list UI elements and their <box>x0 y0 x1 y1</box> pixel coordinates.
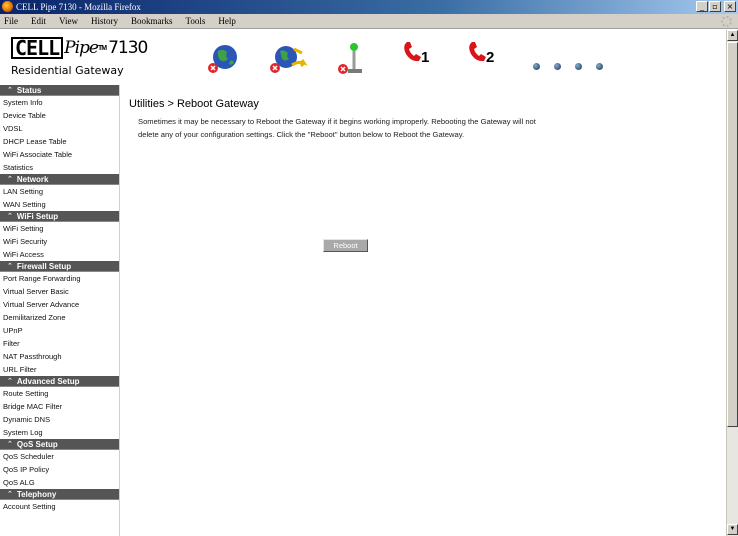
vertical-scrollbar[interactable]: ▲ ▼ <box>726 30 738 536</box>
reboot-button[interactable]: Reboot <box>323 239 368 252</box>
nav-route-setting[interactable]: Route Setting <box>0 387 119 400</box>
chevron-up-icon: ⌃ <box>7 262 13 270</box>
close-button[interactable]: × <box>724 1 736 12</box>
menu-history[interactable]: History <box>91 16 118 27</box>
logo-pipe: Pipe <box>64 38 99 58</box>
nav-system-log[interactable]: System Log <box>0 426 119 439</box>
network-status-icon[interactable] <box>268 41 308 75</box>
nav-demilitarized-zone[interactable]: Demilitarized Zone <box>0 311 119 324</box>
nav-dhcp-lease-table[interactable]: DHCP Lease Table <box>0 135 119 148</box>
main-content: Utilities > Reboot Gateway Sometimes it … <box>121 85 726 536</box>
section-header-advanced-setup[interactable]: ⌃ Advanced Setup <box>0 376 119 387</box>
led-dot-1 <box>533 63 540 70</box>
led-indicator-row <box>533 63 603 70</box>
led-dot-2 <box>554 63 561 70</box>
nav-qos-ip-policy[interactable]: QoS IP Policy <box>0 463 119 476</box>
logo-tm: TM <box>98 45 107 52</box>
chevron-up-icon: ⌃ <box>7 377 13 385</box>
menu-bar: File Edit View History Bookmarks Tools H… <box>0 14 738 29</box>
window-title: CELL Pipe 7130 - Mozilla Firefox <box>16 2 141 12</box>
nav-wifi-security[interactable]: WiFi Security <box>0 235 119 248</box>
nav-virtual-server-basic[interactable]: Virtual Server Basic <box>0 285 119 298</box>
minimize-button[interactable]: _ <box>696 1 708 12</box>
chevron-up-icon: ⌃ <box>7 86 13 94</box>
section-header-qos-setup[interactable]: ⌃ QoS Setup <box>0 439 119 450</box>
scroll-up-button[interactable]: ▲ <box>727 30 738 41</box>
logo-model: 7130 <box>108 38 148 58</box>
phone-line-2-label: 2 <box>486 49 495 66</box>
window-controls: _ ▫ × <box>696 1 736 12</box>
nav-account-setting[interactable]: Account Setting <box>0 500 119 513</box>
section-header-network[interactable]: ⌃ Network <box>0 174 119 185</box>
led-dot-4 <box>596 63 603 70</box>
reboot-description: Sometimes it may be necessary to Reboot … <box>138 117 536 139</box>
nav-virtual-server-advance[interactable]: Virtual Server Advance <box>0 298 119 311</box>
chevron-up-icon: ⌃ <box>7 440 13 448</box>
nav-dynamic-dns[interactable]: Dynamic DNS <box>0 413 119 426</box>
nav-filter[interactable]: Filter <box>0 337 119 350</box>
maximize-button[interactable]: ▫ <box>709 1 721 12</box>
nav-lan-setting[interactable]: LAN Setting <box>0 185 119 198</box>
gateway-header: CELL Pipe TM 7130 Residential Gateway 1 … <box>0 30 738 85</box>
nav-qos-alg[interactable]: QoS ALG <box>0 476 119 489</box>
menu-view[interactable]: View <box>59 16 78 27</box>
nav-vdsl[interactable]: VDSL <box>0 122 119 135</box>
throbber-icon <box>721 16 732 27</box>
nav-device-table[interactable]: Device Table <box>0 109 119 122</box>
scroll-down-button[interactable]: ▼ <box>727 524 738 535</box>
menu-help[interactable]: Help <box>218 16 236 27</box>
nav-port-range-forwarding[interactable]: Port Range Forwarding <box>0 272 119 285</box>
nav-wifi-setting[interactable]: WiFi Setting <box>0 222 119 235</box>
menu-tools[interactable]: Tools <box>185 16 205 27</box>
chevron-up-icon: ⌃ <box>7 212 13 220</box>
led-dot-3 <box>575 63 582 70</box>
firefox-icon <box>2 1 13 12</box>
antenna-status-icon[interactable] <box>336 41 366 77</box>
window-title-bar: CELL Pipe 7130 - Mozilla Firefox _ ▫ × <box>0 0 738 14</box>
phone-line-2-icon[interactable]: 2 <box>467 40 503 72</box>
nav-wifi-associate-table[interactable]: WiFi Associate Table <box>0 148 119 161</box>
chevron-up-icon: ⌃ <box>7 175 13 183</box>
page-title: Utilities > Reboot Gateway <box>129 98 259 110</box>
section-header-wifi-setup[interactable]: ⌃ WiFi Setup <box>0 211 119 222</box>
cellpipe-logo: CELL Pipe TM 7130 Residential Gateway <box>11 37 148 77</box>
menu-file[interactable]: File <box>4 16 18 27</box>
chevron-up-icon: ⌃ <box>7 490 13 498</box>
phone-line-1-label: 1 <box>421 49 430 66</box>
phone-line-1-icon[interactable]: 1 <box>402 40 438 72</box>
nav-statistics[interactable]: Statistics <box>0 161 119 174</box>
globe-status-icon[interactable] <box>206 41 240 75</box>
section-header-firewall-setup[interactable]: ⌃ Firewall Setup <box>0 261 119 272</box>
nav-wan-setting[interactable]: WAN Setting <box>0 198 119 211</box>
section-header-status[interactable]: ⌃ Status <box>0 85 119 96</box>
nav-qos-scheduler[interactable]: QoS Scheduler <box>0 450 119 463</box>
section-header-telephony[interactable]: ⌃ Telephony <box>0 489 119 500</box>
logo-subtitle: Residential Gateway <box>11 64 124 77</box>
nav-bridge-mac-filter[interactable]: Bridge MAC Filter <box>0 400 119 413</box>
logo-cell: CELL <box>11 37 64 59</box>
nav-wifi-access[interactable]: WiFi Access <box>0 248 119 261</box>
sidebar-nav: ⌃ Status System Info Device Table VDSL DH… <box>0 85 120 536</box>
nav-system-info[interactable]: System Info <box>0 96 119 109</box>
scrollbar-thumb[interactable] <box>727 42 738 427</box>
nav-nat-passthrough[interactable]: NAT Passthrough <box>0 350 119 363</box>
nav-url-filter[interactable]: URL Filter <box>0 363 119 376</box>
nav-upnp[interactable]: UPnP <box>0 324 119 337</box>
menu-edit[interactable]: Edit <box>31 16 46 27</box>
menu-bookmarks[interactable]: Bookmarks <box>131 16 173 27</box>
